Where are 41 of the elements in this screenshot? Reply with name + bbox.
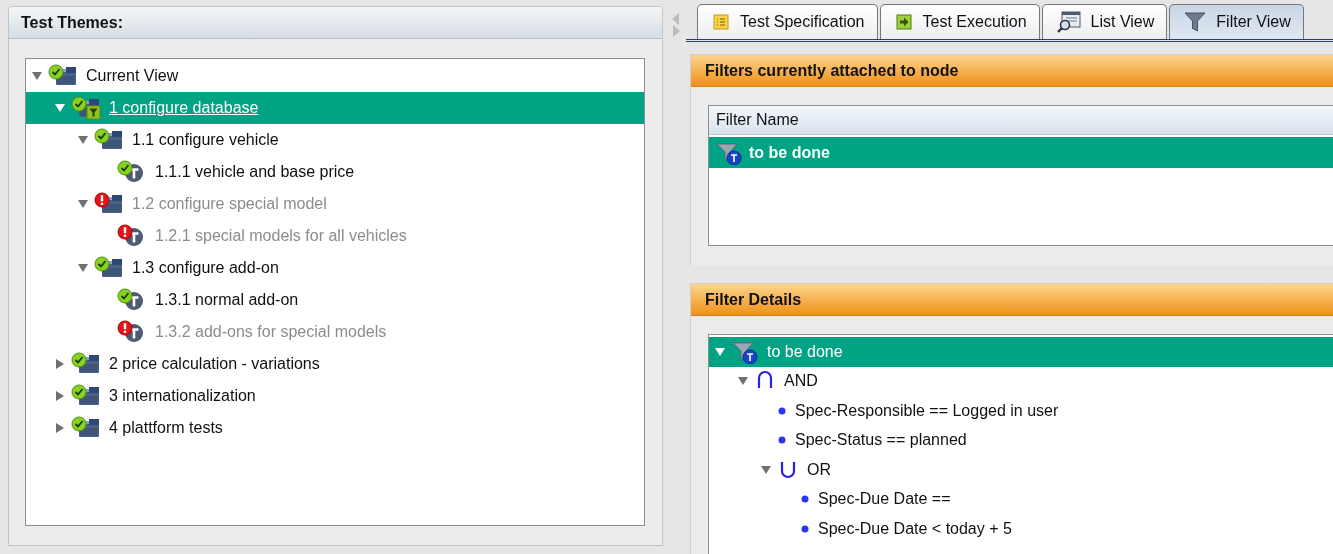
tab[interactable]: Test Specification (697, 4, 878, 39)
collapse-arrow-icon[interactable] (715, 346, 725, 357)
column-header[interactable]: Filter Name (709, 106, 1333, 135)
tab[interactable]: Filter View (1169, 4, 1304, 39)
collapse-arrow-icon[interactable] (761, 464, 771, 475)
tree-item[interactable]: 2 price calculation - variations (26, 348, 644, 380)
tree-item[interactable]: 4 plattform tests (26, 412, 644, 444)
collapse-arrow-icon[interactable] (78, 263, 88, 273)
expand-arrow-icon[interactable] (55, 359, 65, 369)
tab[interactable]: List View (1041, 4, 1168, 39)
list-icon (712, 13, 730, 31)
funnel-icon (1184, 11, 1207, 33)
tree-item[interactable]: Current View (26, 60, 644, 92)
tree-item[interactable]: AND (709, 366, 1333, 396)
bullet-icon (778, 406, 786, 415)
tab[interactable]: Test Execution (879, 4, 1040, 39)
collapse-arrow-icon[interactable] (78, 135, 88, 145)
tree-item[interactable]: Spec-Status == planned (709, 425, 1333, 455)
tree-item[interactable]: 1.3 configure add-on (26, 252, 644, 284)
tree-item[interactable]: Spec-Responsible == Logged in user (709, 396, 1333, 426)
collapse-arrow-icon[interactable] (738, 376, 748, 387)
expand-arrow-icon[interactable] (55, 391, 65, 401)
funnel-icon (731, 339, 759, 364)
bullet-icon (801, 524, 809, 533)
expand-arrow-icon[interactable] (55, 423, 65, 433)
tree-item[interactable]: Spec-Due Date < today + 5 (709, 514, 1333, 544)
bullet-icon (778, 436, 786, 445)
magnifier-icon (1056, 11, 1081, 33)
tree-item[interactable]: 1.1 configure vehicle (26, 124, 644, 156)
section-title: Filters currently attached to node (691, 55, 1333, 87)
tree-item[interactable]: 3 internationalization (26, 380, 644, 412)
section-title: Filter Details (691, 284, 1333, 316)
tree-item[interactable]: OR (709, 455, 1333, 485)
collapse-arrow-icon[interactable] (55, 103, 65, 113)
tree-item[interactable]: 1.1.1 vehicle and base price (26, 156, 644, 188)
bullet-icon (801, 495, 809, 504)
panel-title: Test Themes: (9, 7, 662, 39)
tree-item[interactable]: Spec-Due Date == (709, 484, 1333, 514)
funnel-icon (715, 140, 743, 165)
collapse-arrow-icon[interactable] (32, 71, 42, 81)
tree-item[interactable]: 1.3.1 normal add-on (26, 284, 644, 316)
